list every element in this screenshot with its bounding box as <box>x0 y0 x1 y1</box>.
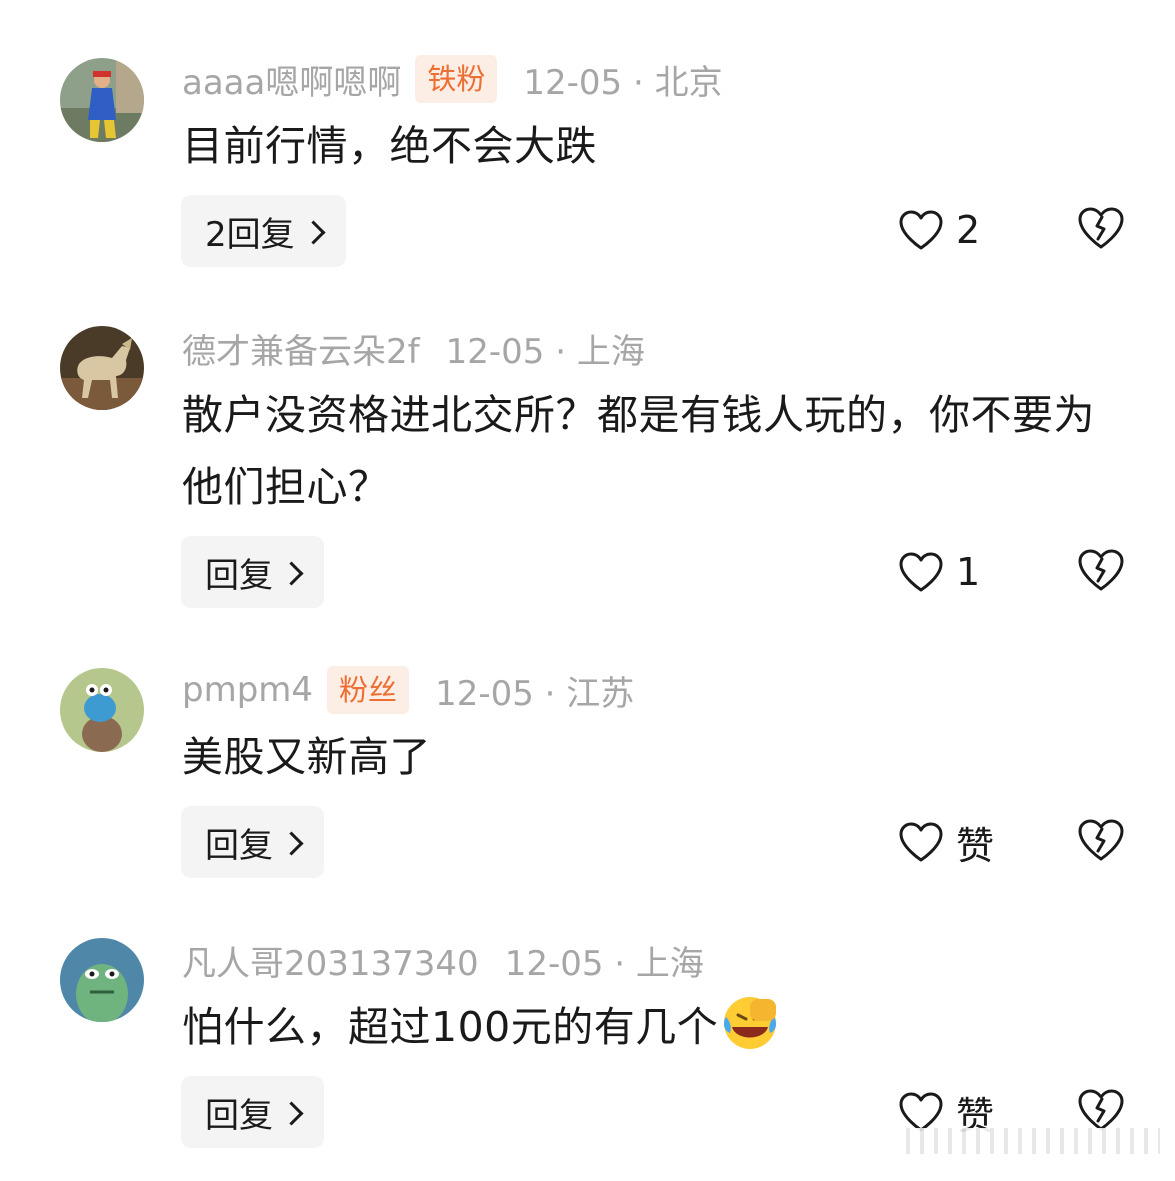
heart-outline-icon <box>899 210 943 250</box>
like-label: 赞 <box>956 823 995 868</box>
comment-meta: 德才兼备云朵2f 12-05 · 上海 <box>182 323 645 373</box>
time-location: 12-05 · 上海 <box>445 331 645 372</box>
comment-meta: pmpm4 粉丝 12-05 · 江苏 <box>182 665 634 715</box>
dislike-button[interactable] <box>1076 205 1126 255</box>
like-count: 1 <box>956 550 981 594</box>
comment-meta: 凡人哥203137340 12-05 · 上海 <box>182 935 704 985</box>
like-button[interactable]: 1 <box>898 542 980 602</box>
time-location: 12-05 · 上海 <box>504 943 704 984</box>
username[interactable]: aaaa嗯啊嗯啊 <box>182 55 401 104</box>
reply-button[interactable]: 2回复 <box>181 195 346 267</box>
like-button[interactable]: 2 <box>898 200 980 260</box>
reply-button[interactable]: 回复 <box>181 536 324 608</box>
comment-text: 目前行情，绝不会大跌 <box>182 122 597 170</box>
username[interactable]: 凡人哥203137340 <box>182 936 479 985</box>
broken-heart-icon <box>1078 1089 1124 1131</box>
heart-outline-icon <box>899 552 943 592</box>
username[interactable]: pmpm4 <box>182 670 313 710</box>
reply-button[interactable]: 回复 <box>181 806 324 878</box>
chevron-right-icon <box>279 830 304 856</box>
reply-label: 回复 <box>205 555 273 596</box>
comment-meta: aaaa嗯啊嗯啊 铁粉 12-05 · 北京 <box>182 54 723 104</box>
chevron-right-icon <box>301 219 326 245</box>
heart-outline-icon <box>899 1092 943 1132</box>
reply-button[interactable]: 回复 <box>181 1076 324 1148</box>
avatar[interactable] <box>60 668 144 752</box>
broken-heart-icon <box>1078 819 1124 861</box>
laughing-tears-emoji-icon <box>724 997 777 1049</box>
time-location: 12-05 · 江苏 <box>435 673 635 714</box>
dislike-button[interactable] <box>1076 547 1126 597</box>
avatar[interactable] <box>60 938 144 1022</box>
reply-label: 回复 <box>205 825 273 866</box>
dislike-button[interactable] <box>1076 817 1126 867</box>
reply-label: 2回复 <box>205 214 295 255</box>
comment-text: 美股又新高了 <box>182 733 431 781</box>
like-count: 2 <box>956 208 981 252</box>
broken-heart-icon <box>1078 549 1124 591</box>
fan-badge: 铁粉 <box>415 55 498 103</box>
watermark-strip <box>900 1128 1160 1154</box>
time-location: 12-05 · 北京 <box>523 62 723 103</box>
comment-text: 散户没资格进北交所？都是有钱人玩的，你不要为他们担心？ <box>182 391 1095 511</box>
comment-text-body: 怕什么，超过100元的有几个 <box>182 1003 719 1051</box>
comment-text: 怕什么，超过100元的有几个 <box>182 991 1135 1063</box>
fan-badge: 粉丝 <box>327 666 410 714</box>
heart-outline-icon <box>899 822 943 862</box>
chevron-right-icon <box>279 1100 304 1126</box>
avatar[interactable] <box>60 326 144 410</box>
reply-label: 回复 <box>205 1095 273 1136</box>
broken-heart-icon <box>1078 207 1124 249</box>
avatar[interactable] <box>60 58 144 142</box>
like-button[interactable]: 赞 <box>898 812 994 872</box>
username[interactable]: 德才兼备云朵2f <box>182 324 420 373</box>
chevron-right-icon <box>279 560 304 586</box>
